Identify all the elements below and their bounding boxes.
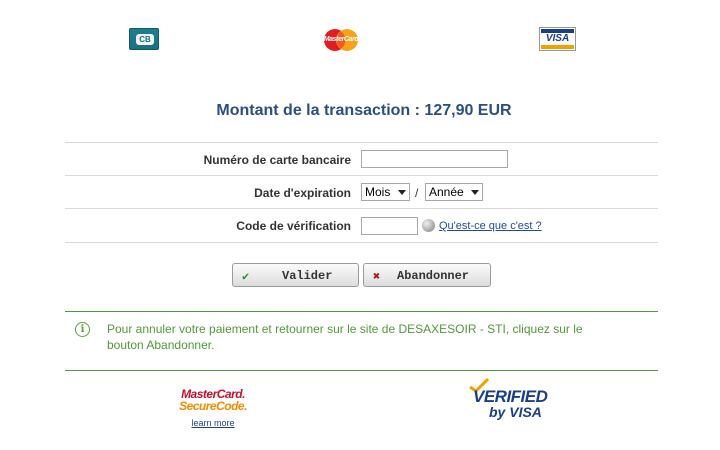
visa-logo-text: VISA <box>545 33 570 44</box>
cb-logo-text: CB <box>136 34 154 45</box>
securecode-line2: SecureCode. <box>179 399 247 413</box>
expiry-year-value: Année <box>429 185 464 199</box>
cancel-button[interactable]: ✖ Abandonner <box>363 263 491 287</box>
expiry-separator: / <box>415 186 419 200</box>
info-box-bottom-border <box>65 370 658 371</box>
info-icon: i <box>75 322 90 337</box>
validate-button[interactable]: ✔ Valider <box>232 263 359 287</box>
expiry-month-select[interactable]: Mois <box>361 183 410 201</box>
expiry-year-select[interactable]: Année <box>425 183 483 201</box>
cancel-info-message: Pour annuler votre paiement et retourner… <box>107 322 583 352</box>
cancel-button-label: Abandonner <box>397 269 470 283</box>
card-number-input[interactable] <box>361 150 508 168</box>
mastercard-logo: MasterCard <box>322 28 360 52</box>
close-icon: ✖ <box>373 270 381 284</box>
expiry-label: Date d'expiration <box>254 186 351 200</box>
mastercard-logo-text: MasterCard <box>323 36 359 43</box>
check-icon: ✔ <box>242 270 250 284</box>
verified-text: VERIFIED <box>473 387 548 406</box>
learn-more-link[interactable]: learn more <box>191 418 234 428</box>
by-visa-text: by VISA <box>489 404 542 420</box>
help-icon[interactable] <box>422 219 435 232</box>
cvv-help-link[interactable]: Qu'est-ce que c'est ? <box>439 220 542 232</box>
row-divider <box>65 142 658 143</box>
card-number-label: Numéro de carte bancaire <box>203 153 351 167</box>
verified-by-visa-logo: VERIFIED by VISA <box>469 378 549 424</box>
mastercard-securecode-logo: MasterCard. SecureCode. learn more <box>179 388 247 431</box>
row-divider <box>65 208 658 209</box>
validate-button-label: Valider <box>282 269 333 283</box>
expiry-month-value: Mois <box>365 185 391 199</box>
row-divider <box>65 242 658 243</box>
cvv-input[interactable] <box>361 217 418 235</box>
cvv-label: Code de vérification <box>236 219 351 233</box>
visa-logo: VISA <box>539 27 576 51</box>
transaction-amount-title: Montant de la transaction : 127,90 EUR <box>216 102 512 119</box>
row-divider <box>65 175 658 176</box>
chevron-down-icon <box>471 190 479 195</box>
chevron-down-icon <box>398 190 406 195</box>
info-box-top-border <box>65 311 658 312</box>
cb-card-logo: CB <box>129 28 159 50</box>
